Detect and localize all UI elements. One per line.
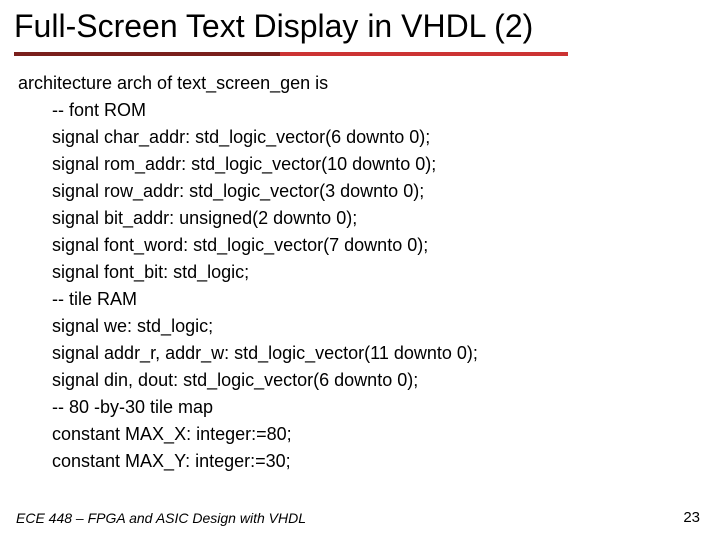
code-line: signal char_addr: std_logic_vector(6 dow…: [18, 124, 702, 151]
code-line: constant MAX_X: integer:=80;: [18, 421, 702, 448]
title-rule: [14, 52, 568, 56]
code-line: -- tile RAM: [18, 286, 702, 313]
code-line: signal rom_addr: std_logic_vector(10 dow…: [18, 151, 702, 178]
code-line: architecture arch of text_screen_gen is: [18, 70, 702, 97]
code-line: signal addr_r, addr_w: std_logic_vector(…: [18, 340, 702, 367]
code-line: signal font_bit: std_logic;: [18, 259, 702, 286]
code-line: -- font ROM: [18, 97, 702, 124]
code-line: signal we: std_logic;: [18, 313, 702, 340]
code-line: signal row_addr: std_logic_vector(3 down…: [18, 178, 702, 205]
code-line: -- 80 -by-30 tile map: [18, 394, 702, 421]
code-line: signal font_word: std_logic_vector(7 dow…: [18, 232, 702, 259]
code-block: architecture arch of text_screen_gen is …: [18, 70, 702, 475]
code-line: constant MAX_Y: integer:=30;: [18, 448, 702, 475]
page-number: 23: [683, 509, 700, 526]
slide: Full-Screen Text Display in VHDL (2) arc…: [0, 0, 720, 540]
footer-course: ECE 448 – FPGA and ASIC Design with VHDL: [16, 510, 306, 526]
code-line: signal din, dout: std_logic_vector(6 dow…: [18, 367, 702, 394]
code-line: signal bit_addr: unsigned(2 downto 0);: [18, 205, 702, 232]
slide-title: Full-Screen Text Display in VHDL (2): [14, 8, 706, 45]
